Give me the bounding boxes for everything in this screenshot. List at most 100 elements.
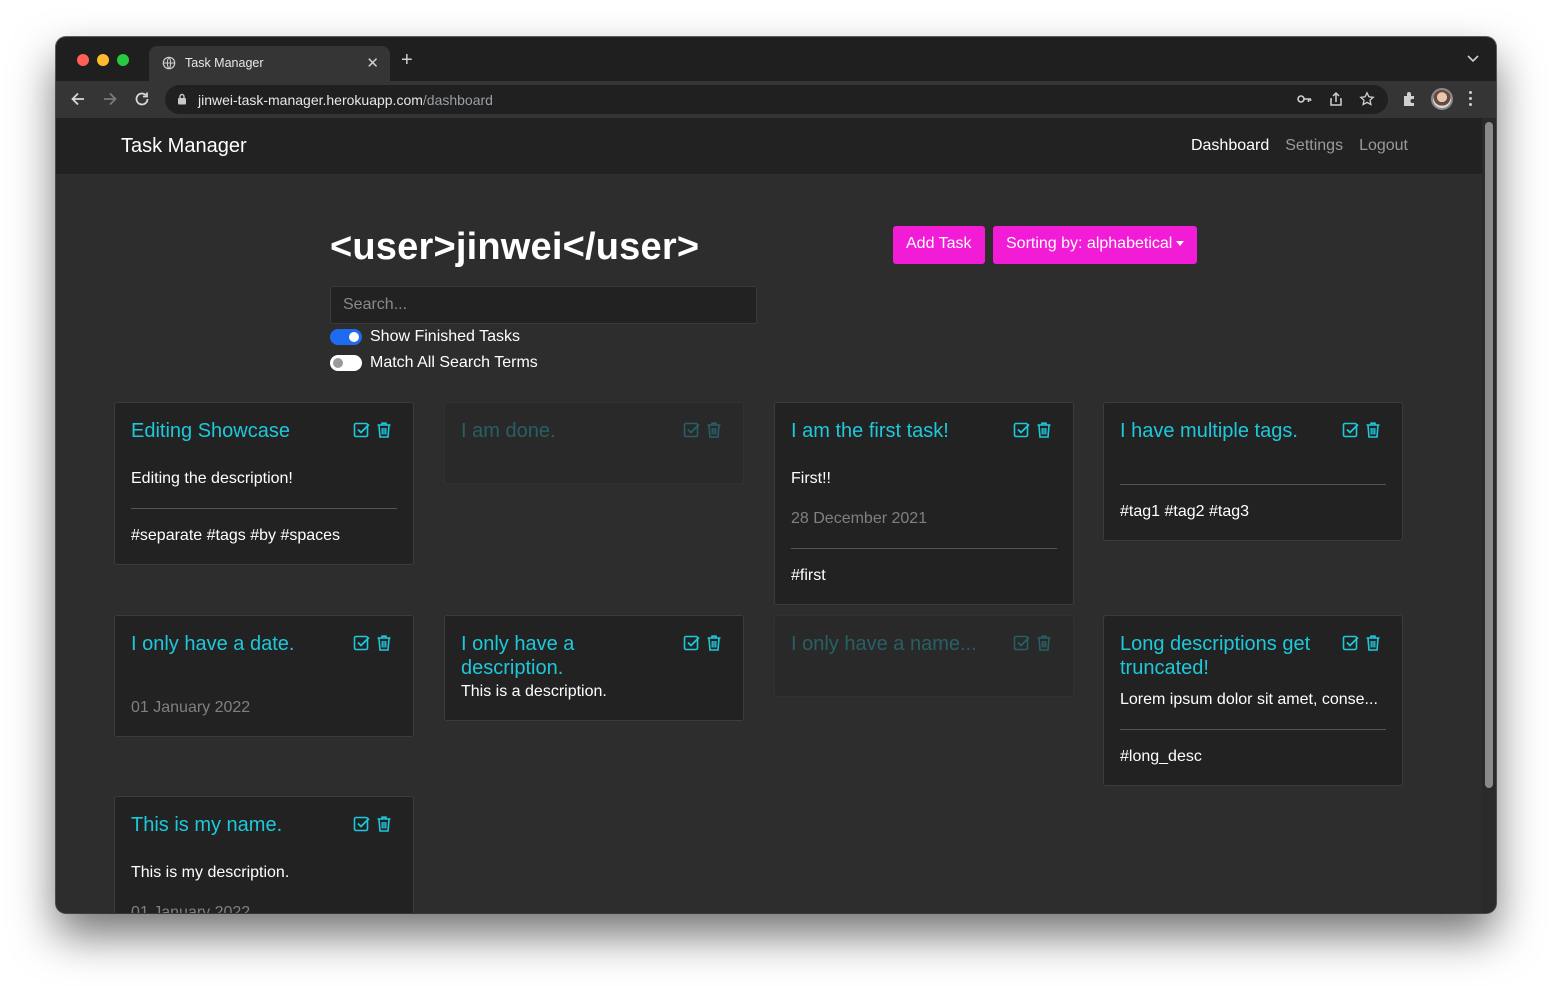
- url-host: jinwei-task-manager.herokuapp.com: [198, 92, 423, 108]
- lock-icon[interactable]: [177, 93, 187, 105]
- trash-icon[interactable]: [705, 634, 723, 657]
- browser-menu-icon[interactable]: [1469, 91, 1473, 109]
- browser-window: Task Manager ✕ + jinwei-task-manager.her…: [56, 37, 1496, 913]
- task-date: 28 December 2021: [791, 510, 928, 527]
- task-title[interactable]: I am done.: [461, 419, 681, 443]
- task-title[interactable]: Editing Showcase: [131, 419, 351, 443]
- bookmark-star-icon[interactable]: [1359, 91, 1375, 107]
- trash-icon[interactable]: [1364, 634, 1382, 657]
- add-task-button[interactable]: Add Task: [893, 226, 985, 264]
- caret-down-icon: [1176, 241, 1185, 247]
- close-tab-icon[interactable]: ✕: [366, 54, 379, 72]
- task-card[interactable]: I am the first task! First!! 28 December …: [774, 402, 1074, 605]
- match-all-toggle[interactable]: [330, 355, 362, 371]
- show-finished-toggle[interactable]: [330, 329, 362, 345]
- check-square-icon[interactable]: [1013, 421, 1031, 444]
- task-tags: #tag1 #tag2 #tag3: [1120, 503, 1250, 520]
- trash-icon[interactable]: [705, 421, 723, 444]
- nav-links: Dashboard Settings Logout: [1191, 137, 1408, 155]
- task-actions: [683, 634, 723, 657]
- extensions-icon[interactable]: [1401, 90, 1419, 108]
- vertical-scrollbar[interactable]: [1482, 118, 1496, 913]
- sort-label: Sorting by: alphabetical: [1006, 235, 1173, 252]
- reload-icon[interactable]: [133, 90, 151, 108]
- page-viewport: Task Manager Dashboard Settings Logout <…: [56, 118, 1482, 913]
- nav-settings[interactable]: Settings: [1285, 137, 1343, 155]
- task-description: Editing the description!: [131, 470, 293, 487]
- check-square-icon[interactable]: [683, 634, 701, 657]
- task-actions: [353, 634, 393, 657]
- window-controls: [77, 54, 129, 66]
- trash-icon[interactable]: [375, 815, 393, 838]
- app-brand[interactable]: Task Manager: [121, 135, 247, 158]
- close-window-button[interactable]: [77, 54, 89, 66]
- task-card[interactable]: This is my name. This is my description.…: [114, 796, 414, 913]
- task-card[interactable]: I am done.: [444, 402, 744, 484]
- task-card[interactable]: I only have a name...: [774, 615, 1074, 697]
- task-description: This is a description.: [461, 683, 607, 700]
- task-title[interactable]: I only have a name...: [791, 632, 1011, 656]
- address-bar[interactable]: jinwei-task-manager.herokuapp.com/dashbo…: [165, 85, 1388, 114]
- task-title[interactable]: I only have a date.: [131, 632, 351, 656]
- nav-logout[interactable]: Logout: [1359, 137, 1408, 155]
- new-tab-icon[interactable]: +: [401, 50, 413, 70]
- trash-icon[interactable]: [375, 421, 393, 444]
- task-divider: [791, 548, 1057, 549]
- check-square-icon[interactable]: [1342, 634, 1360, 657]
- task-divider: [1120, 729, 1386, 730]
- task-description: This is my description.: [131, 864, 290, 881]
- minimize-window-button[interactable]: [97, 54, 109, 66]
- task-actions: [353, 815, 393, 838]
- check-square-icon[interactable]: [353, 815, 371, 838]
- task-card[interactable]: I only have a description. This is a des…: [444, 615, 744, 721]
- maximize-window-button[interactable]: [117, 54, 129, 66]
- url-text: jinwei-task-manager.herokuapp.com/dashbo…: [198, 92, 493, 108]
- task-divider: [131, 508, 397, 509]
- check-square-icon[interactable]: [353, 634, 371, 657]
- nav-dashboard[interactable]: Dashboard: [1191, 137, 1269, 155]
- profile-avatar[interactable]: [1431, 88, 1453, 110]
- match-all-toggle-row: Match All Search Terms: [330, 354, 538, 372]
- back-icon[interactable]: [69, 90, 87, 108]
- task-title[interactable]: This is my name.: [131, 813, 351, 837]
- task-card[interactable]: I only have a date. 01 January 2022: [114, 615, 414, 737]
- check-square-icon[interactable]: [353, 421, 371, 444]
- task-title[interactable]: Long descriptions get truncated!: [1120, 632, 1340, 680]
- task-tags: #separate #tags #by #spaces: [131, 527, 341, 544]
- task-actions: [1013, 421, 1053, 444]
- search-input[interactable]: Search...: [330, 286, 757, 324]
- key-icon[interactable]: [1296, 91, 1312, 107]
- task-card[interactable]: Editing Showcase Editing the description…: [114, 402, 414, 565]
- match-all-label: Match All Search Terms: [370, 354, 538, 371]
- check-square-icon[interactable]: [683, 421, 701, 444]
- trash-icon[interactable]: [1364, 421, 1382, 444]
- check-square-icon[interactable]: [1342, 421, 1360, 444]
- browser-tab[interactable]: Task Manager ✕: [149, 46, 390, 81]
- chevron-down-icon[interactable]: [1467, 55, 1479, 63]
- share-icon[interactable]: [1328, 91, 1344, 107]
- task-actions: [353, 421, 393, 444]
- task-description: Lorem ipsum dolor sit amet, conse...: [1120, 691, 1378, 708]
- trash-icon[interactable]: [1035, 634, 1053, 657]
- task-title[interactable]: I am the first task!: [791, 419, 1011, 443]
- task-card[interactable]: I have multiple tags. #tag1 #tag2 #tag3: [1103, 402, 1403, 541]
- task-date: 01 January 2022: [131, 904, 251, 913]
- forward-icon[interactable]: [101, 90, 119, 108]
- tab-title: Task Manager: [185, 56, 264, 70]
- trash-icon[interactable]: [375, 634, 393, 657]
- task-actions: [1342, 421, 1382, 444]
- check-square-icon[interactable]: [1013, 634, 1031, 657]
- page-title: <user>jinwei</user>: [330, 226, 700, 268]
- url-path: /dashboard: [422, 92, 493, 108]
- task-actions: [1013, 634, 1053, 657]
- browser-toolbar: jinwei-task-manager.herokuapp.com/dashbo…: [56, 81, 1496, 118]
- task-tags: #first: [791, 567, 826, 584]
- task-title[interactable]: I have multiple tags.: [1120, 419, 1340, 443]
- task-card[interactable]: Long descriptions get truncated! Lorem i…: [1103, 615, 1403, 786]
- task-title[interactable]: I only have a description.: [461, 632, 681, 680]
- scrollbar-thumb[interactable]: [1485, 122, 1493, 788]
- trash-icon[interactable]: [1035, 421, 1053, 444]
- sort-dropdown-button[interactable]: Sorting by: alphabetical: [993, 226, 1198, 264]
- task-tags: #long_desc: [1120, 748, 1202, 765]
- task-divider: [1120, 484, 1386, 485]
